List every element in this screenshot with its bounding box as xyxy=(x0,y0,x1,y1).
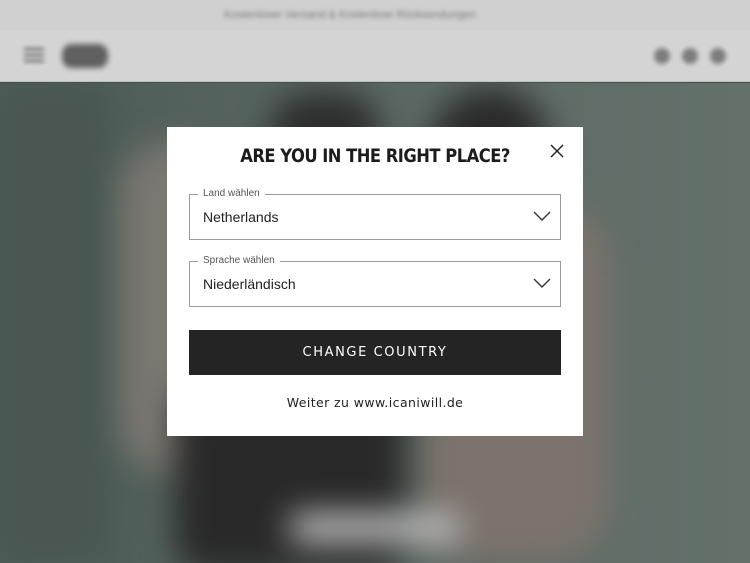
change-country-button[interactable]: CHANGE COUNTRY xyxy=(189,330,561,375)
continue-link[interactable]: Weiter zu www.icaniwill.de xyxy=(167,395,583,410)
close-icon xyxy=(550,144,564,158)
language-select[interactable]: Sprache wählen Niederländisch xyxy=(189,254,561,307)
chevron-down-icon xyxy=(533,278,551,288)
language-select-value: Niederländisch xyxy=(203,276,296,292)
country-modal: ARE YOU IN THE RIGHT PLACE? Land wählen … xyxy=(167,127,583,436)
language-select-label: Sprache wählen xyxy=(198,254,280,268)
country-select-label: Land wählen xyxy=(198,187,265,201)
modal-title: ARE YOU IN THE RIGHT PLACE? xyxy=(240,145,510,167)
country-select[interactable]: Land wählen Netherlands xyxy=(189,187,561,240)
chevron-down-icon xyxy=(533,211,551,221)
country-select-value: Netherlands xyxy=(203,209,279,225)
close-button[interactable] xyxy=(547,141,567,161)
